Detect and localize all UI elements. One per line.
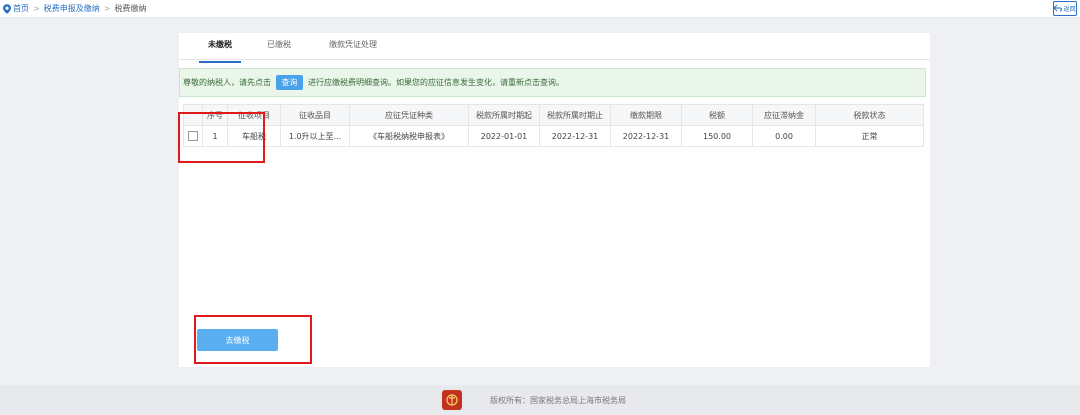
notice-banner: 尊敬的纳税人，请先点击 查询 进行应缴税费明细查询。如果您的应征信息发生变化，请…	[179, 68, 926, 97]
column-header: 税款所属时期止	[539, 104, 611, 126]
table-row: 1 车船税 1.0升以上至... 《车船税纳税申报表》 2022-01-01 2…	[183, 125, 924, 147]
table-cell: 1.0升以上至...	[280, 125, 350, 147]
breadcrumb-separator: >	[33, 4, 40, 13]
tab-bar: 未缴税 已缴税 缴款凭证处理	[179, 39, 930, 63]
highlight-box-row	[178, 112, 265, 163]
table-cell: 2022-01-01	[468, 125, 540, 147]
tab-unpaid[interactable]: 未缴税	[199, 39, 241, 63]
table-cell: 2022-12-31	[610, 125, 682, 147]
table-cell: 2022-12-31	[539, 125, 611, 147]
tab-payment-voucher[interactable]: 缴款凭证处理	[317, 39, 389, 61]
footer: 版权所有：国家税务总局上海市税务局	[0, 385, 1080, 415]
tax-table: 序号 征收项目 征收品目 应征凭证种类 税款所属时期起 税款所属时期止 缴款期限…	[183, 104, 924, 147]
table-cell: 0.00	[752, 125, 816, 147]
highlight-box-pay-button	[194, 315, 312, 364]
breadcrumb-level2-link[interactable]: 税费申报及缴纳	[44, 3, 100, 14]
notice-text-after: 进行应缴税费明细查询。如果您的应征信息发生变化，请重新点击查询。	[308, 78, 564, 87]
column-header: 应征滞纳金	[752, 104, 816, 126]
column-header: 税额	[681, 104, 753, 126]
column-header: 缴款期限	[610, 104, 682, 126]
breadcrumb-current: 税费缴纳	[114, 4, 147, 13]
top-bar: 首页 > 税费申报及缴纳 > 税费缴纳 返回	[0, 0, 1080, 18]
table-cell: 《车船税纳税申报表》	[349, 125, 469, 147]
footer-copyright: 版权所有：国家税务总局上海市税务局	[490, 395, 626, 405]
table-cell: 150.00	[681, 125, 753, 147]
table-cell: 正常	[815, 125, 924, 147]
table-header-row: 序号 征收项目 征收品目 应征凭证种类 税款所属时期起 税款所属时期止 缴款期限…	[183, 104, 924, 126]
back-button[interactable]: 返回	[1053, 1, 1077, 16]
query-button[interactable]: 查询	[276, 75, 303, 90]
breadcrumb: 首页 > 税费申报及缴纳 > 税费缴纳	[3, 3, 146, 14]
tax-bureau-emblem-icon	[442, 390, 462, 410]
tab-divider	[179, 59, 930, 60]
breadcrumb-home-link[interactable]: 首页	[13, 3, 29, 14]
column-header: 税款状态	[815, 104, 924, 126]
column-header: 税款所属时期起	[468, 104, 540, 126]
back-arrow-icon	[1054, 5, 1063, 12]
back-button-label: 返回	[1063, 6, 1076, 13]
breadcrumb-separator: >	[103, 4, 111, 13]
location-pin-icon	[3, 3, 11, 14]
notice-text-before: 尊敬的纳税人，请先点击	[183, 78, 271, 87]
tab-paid[interactable]: 已缴税	[258, 39, 300, 61]
column-header: 征收品目	[280, 104, 350, 126]
column-header: 应征凭证种类	[349, 104, 469, 126]
